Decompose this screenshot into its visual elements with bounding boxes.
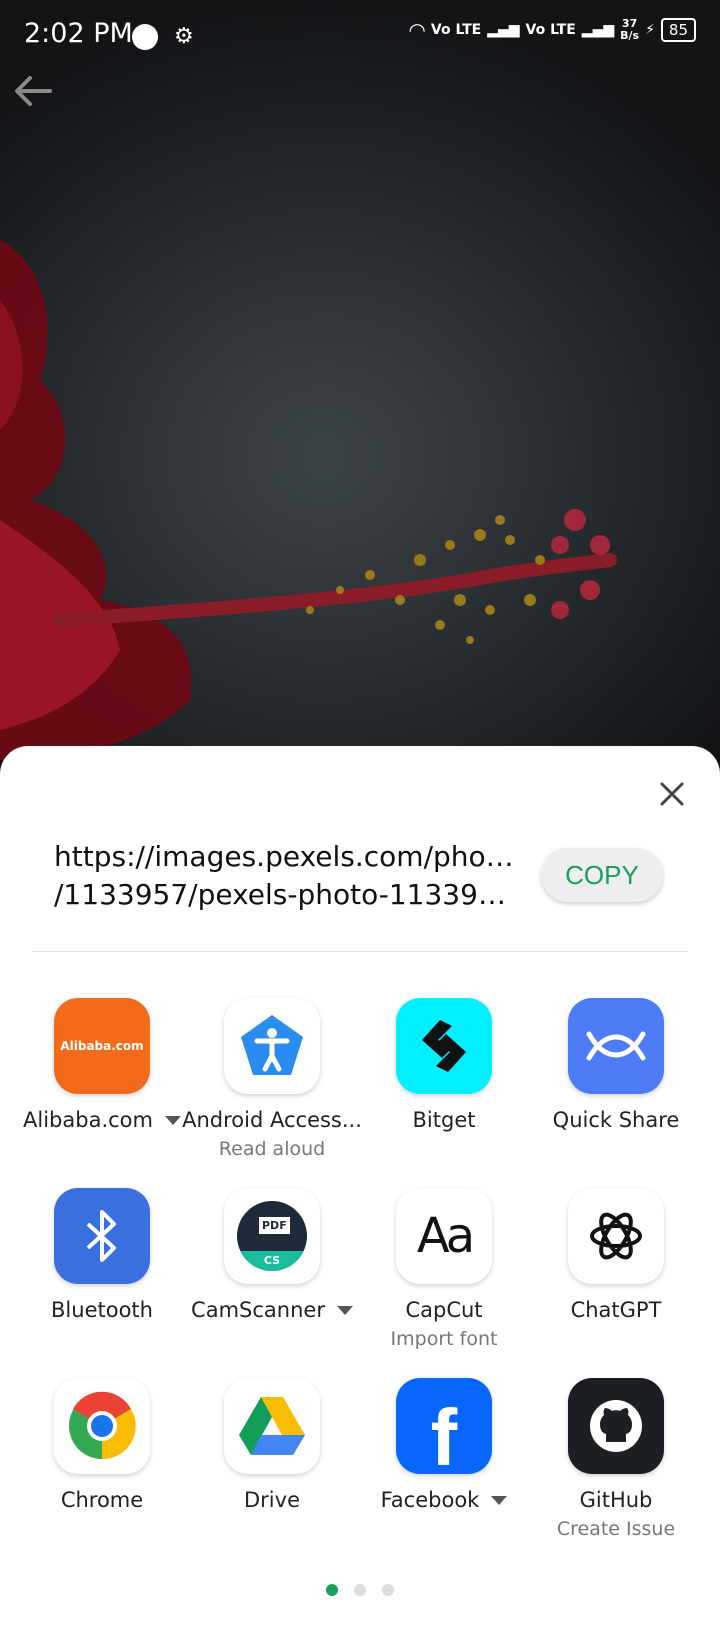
sim2-label: Vo LTE [525,22,576,38]
chrome-icon [54,1378,150,1474]
share-target-capcut[interactable]: Aa CapCut Import font [358,1188,530,1350]
bitget-icon [396,998,492,1094]
close-button[interactable] [654,776,690,812]
share-sheet: https://images.pexels.com/photos /113395… [0,746,720,1640]
accessibility-icon [224,998,320,1094]
chevron-down-icon[interactable] [164,1115,181,1125]
drive-icon [224,1378,320,1474]
app-notification-icon [132,24,158,50]
hibiscus-image [0,240,617,760]
share-target-bluetooth[interactable]: Bluetooth [16,1188,188,1322]
app-label: Quick Share [552,1108,680,1132]
page-dot-active[interactable] [326,1584,338,1596]
app-label: Bitget [412,1108,476,1132]
share-target-drive[interactable]: Drive [186,1378,358,1512]
divider [32,951,688,952]
app-label: CamScanner [191,1298,325,1322]
wifi-icon: ◠ [409,18,425,42]
charging-icon: ⚡ [645,22,655,38]
app-label: CapCut [405,1298,483,1322]
sim1-label: Vo LTE [430,22,482,38]
share-target-facebook[interactable]: f Facebook [358,1378,530,1512]
app-sublabel: Read aloud [218,1138,326,1160]
back-button[interactable] [10,68,56,114]
camscanner-icon: PDF CS [224,1188,320,1284]
page-dot[interactable] [354,1584,366,1596]
net-speed: 37 B/s [620,17,640,42]
chatgpt-icon [568,1188,664,1284]
close-icon [660,782,684,806]
share-target-android-accessibility[interactable]: Android Access... Read aloud [182,998,362,1160]
share-target-alibaba[interactable]: Alibaba.com Alibaba.com [16,998,188,1132]
page-indicator [0,1584,720,1596]
status-time: 2:02 PM [24,18,133,49]
url-line: /1133957/pexels-photo-1133957.jpe... [54,878,514,911]
settings-notification-icon: ⚙ [174,24,194,49]
copy-button[interactable]: COPY [541,848,663,902]
url-line: https://images.pexels.com/photos [54,840,514,873]
chevron-down-icon[interactable] [336,1305,353,1315]
app-label: Facebook [380,1488,480,1512]
share-target-chatgpt[interactable]: ChatGPT [530,1188,702,1322]
signal-icon: ▂▄▆ [487,22,520,38]
app-sublabel: Import font [390,1328,498,1350]
app-label: Drive [244,1488,300,1512]
arrow-left-icon [15,76,52,106]
share-target-camscanner[interactable]: PDF CS CamScanner [186,1188,358,1322]
app-label: Bluetooth [51,1298,153,1322]
quick-share-icon [568,998,664,1094]
font-icon: Aa [396,1188,492,1284]
app-label: GitHub [579,1488,653,1512]
page-dot[interactable] [382,1584,394,1596]
bluetooth-icon [54,1188,150,1284]
chevron-down-icon[interactable] [491,1495,508,1505]
background-photo [0,0,720,760]
facebook-icon: f [396,1378,492,1474]
app-label: Chrome [60,1488,144,1512]
share-target-chrome[interactable]: Chrome [16,1378,188,1512]
alibaba-icon: Alibaba.com [54,998,150,1094]
app-label: Alibaba.com [23,1108,153,1132]
app-sublabel: Create Issue [556,1518,676,1540]
share-target-quick-share[interactable]: Quick Share [530,998,702,1132]
share-url: https://images.pexels.com/photos /113395… [54,838,514,914]
share-target-github[interactable]: GitHub Create Issue [530,1378,702,1540]
share-target-bitget[interactable]: Bitget [358,998,530,1132]
app-label: ChatGPT [570,1298,662,1322]
status-bar: 2:02 PM ⚙ ◠ Vo LTE ▂▄▆ Vo LTE ▂▄▆ 37 B/s … [0,0,720,76]
battery-indicator: 85 [660,18,696,42]
app-label: Android Access... [182,1108,362,1132]
signal-icon: ▂▄▆ [581,22,615,38]
github-icon [568,1378,664,1474]
